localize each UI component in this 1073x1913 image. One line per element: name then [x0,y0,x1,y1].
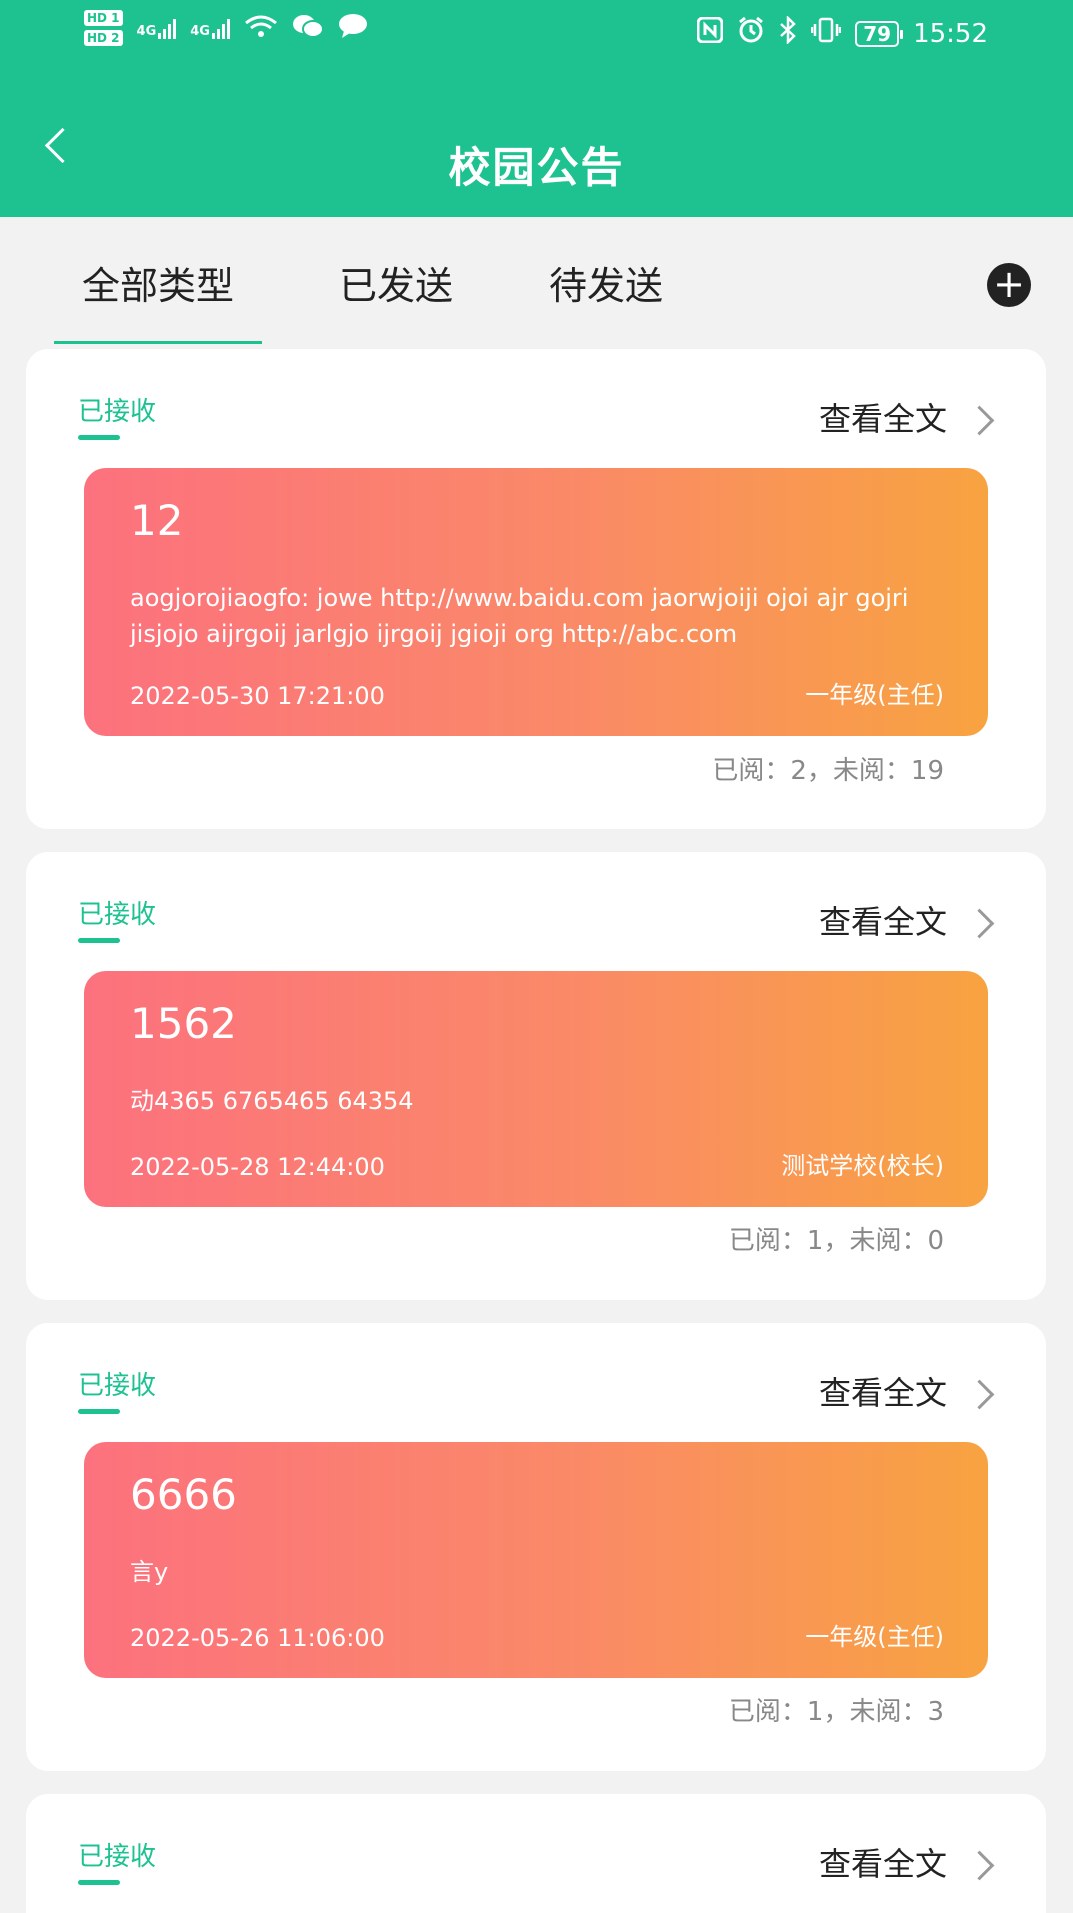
tab-pending[interactable]: 待发送 [549,255,663,310]
notice-content-panel[interactable]: 1562 动4365 6765465 64354 2022-05-28 12:4… [84,971,988,1207]
received-status-label: 已接收 [78,1365,156,1414]
view-full-text-link[interactable]: 查看全文 [818,897,995,943]
add-notice-button[interactable]: + [987,263,1031,307]
notice-date: 2022-05-26 11:06:00 [130,1624,385,1652]
view-full-text-label: 查看全文 [818,400,947,438]
notice-date: 2022-05-30 17:21:00 [130,682,385,710]
tab-sent[interactable]: 已发送 [339,255,453,310]
notice-body: 动4365 6765465 64354 [130,1087,414,1115]
view-full-text-link[interactable]: 查看全文 [818,1368,995,1414]
network-type-1: 4G [136,24,157,39]
notice-card: 已接收 查看全文 1562 动4365 6765465 64354 2022-0… [26,852,1046,1300]
notice-title: 6666 [130,1470,237,1519]
status-bar-right: 79 15:52 [696,14,988,51]
network-type-2: 4G [190,24,210,39]
notice-card: 已接收 查看全文 6666 言y 2022-05-26 11:06:00 一年级… [26,1323,1046,1771]
signal-bars-icon [158,17,177,39]
wifi-icon [244,14,278,42]
notice-card: 已接收 查看全文 [26,1794,1046,1913]
tab-all-types[interactable]: 全部类型 [53,255,263,344]
filter-tabs: 全部类型 已发送 待发送 + [0,217,1073,344]
alarm-icon [737,16,765,51]
notice-card: 已接收 查看全文 12 aogjorojiaogfo: jowe http://… [26,349,1046,829]
notice-title: 12 [130,496,184,545]
view-full-text-link[interactable]: 查看全文 [818,394,995,440]
notice-sender: 一年级(主任) [805,1623,944,1651]
chevron-right-icon [964,1850,995,1880]
nfc-icon [696,16,724,50]
status-bar-left: HD 1 HD 2 4G 4G [84,10,368,46]
read-stats: 已阅：2，未阅：19 [712,756,944,786]
view-full-text-label: 查看全文 [818,1845,947,1883]
notice-body: 言y [130,1558,169,1586]
signal-1: 4G [137,17,177,39]
chevron-right-icon [964,908,995,938]
bluetooth-icon [779,14,797,51]
notice-sender: 一年级(主任) [805,681,944,709]
message-icon [338,13,368,43]
notice-content-panel[interactable]: 12 aogjorojiaogfo: jowe http://www.baidu… [84,468,988,736]
chevron-right-icon [964,405,995,435]
received-status-label: 已接收 [78,391,156,440]
view-full-text-link[interactable]: 查看全文 [818,1839,995,1885]
notice-title: 1562 [130,999,237,1048]
page-title: 校园公告 [448,143,625,192]
app-header: HD 1 HD 2 4G 4G 79 15:52 校园公告 [0,0,1073,217]
wechat-icon [292,13,324,43]
notice-body: aogjorojiaogfo: jowe http://www.baidu.co… [130,584,909,648]
received-status-label: 已接收 [78,1836,156,1885]
hd2-badge: HD 2 [84,30,123,46]
notice-content-panel[interactable]: 6666 言y 2022-05-26 11:06:00 一年级(主任) [84,1442,988,1678]
read-stats: 已阅：1，未阅：3 [728,1697,944,1727]
view-full-text-label: 查看全文 [818,903,947,941]
read-stats: 已阅：1，未阅：0 [728,1226,944,1256]
notice-date: 2022-05-28 12:44:00 [130,1153,385,1181]
signal-2: 4G [190,17,230,39]
chevron-right-icon [964,1379,995,1409]
received-status-label: 已接收 [78,894,156,943]
hd1-badge: HD 1 [84,10,123,26]
notice-sender: 测试学校(校长) [781,1152,944,1180]
status-time: 15:52 [913,18,988,49]
vibrate-icon [810,17,842,50]
signal-bars-icon [211,17,230,39]
battery-icon: 79 [855,20,903,47]
view-full-text-label: 查看全文 [818,1374,947,1412]
